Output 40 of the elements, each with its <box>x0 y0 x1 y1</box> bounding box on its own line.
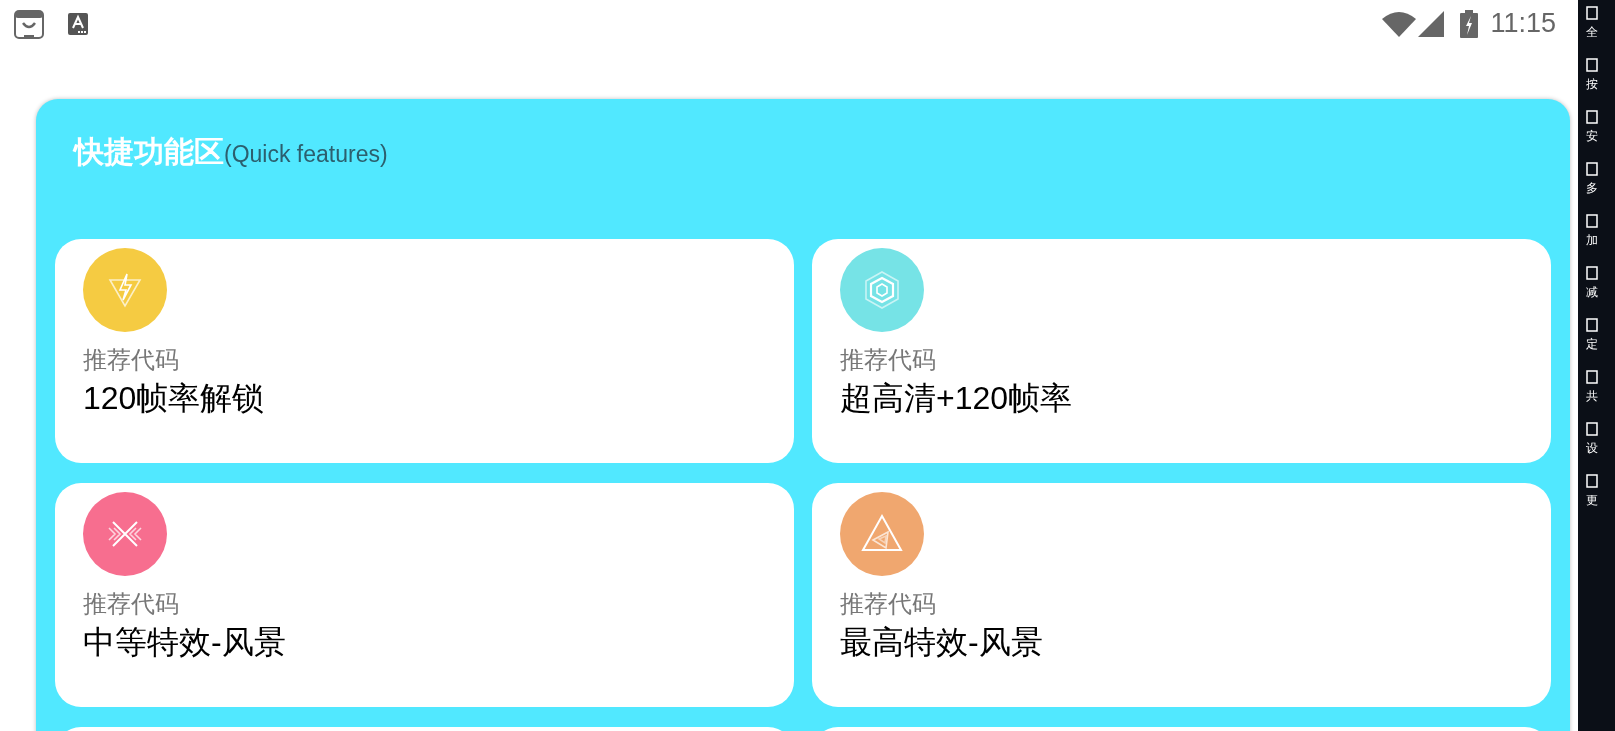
tool-icon <box>1586 370 1598 384</box>
panel-title: 快捷功能区 <box>74 134 224 170</box>
toolbar-item[interactable]: 安 <box>1586 110 1615 162</box>
toolbar-item[interactable]: 定 <box>1586 318 1615 370</box>
keyboard-app-icon <box>68 12 88 35</box>
toolbar-item[interactable]: 设 <box>1586 422 1615 474</box>
toolbar-item[interactable]: 多 <box>1586 162 1615 214</box>
feature-card[interactable]: 推荐代码 超高清+120帧率 <box>812 239 1551 463</box>
tool-icon <box>1586 214 1598 228</box>
card-caption: 推荐代码 <box>83 345 179 375</box>
toolbar-item[interactable]: 减 <box>1586 266 1615 318</box>
toolbar-item[interactable]: 加 <box>1586 214 1615 266</box>
card-caption: 推荐代码 <box>840 345 936 375</box>
feature-card[interactable]: 推荐代码 最高特效-风景 <box>812 483 1551 707</box>
feature-card[interactable]: 推荐代码 120帧率解锁 <box>55 239 794 463</box>
battery-charging-icon <box>1460 9 1479 38</box>
toolbar-item[interactable]: 更 <box>1586 474 1615 526</box>
card-title: 最高特效-风景 <box>840 623 1043 662</box>
card-title: 中等特效-风景 <box>83 623 286 662</box>
toolbar-item[interactable]: 共 <box>1586 370 1615 422</box>
shopping-bag-icon <box>14 8 44 39</box>
tool-icon <box>1586 162 1598 176</box>
card-caption: 推荐代码 <box>840 589 936 619</box>
tool-icon <box>1586 6 1598 20</box>
tool-icon <box>1586 110 1598 124</box>
tool-icon <box>1586 422 1598 436</box>
panel-subtitle: (Quick features) <box>224 141 388 169</box>
tool-icon <box>1586 266 1598 280</box>
card-caption: 推荐代码 <box>83 589 179 619</box>
tool-icon <box>1586 474 1598 488</box>
tool-icon <box>1586 318 1598 332</box>
toolbar-item[interactable]: 全 <box>1586 6 1615 58</box>
card-title: 超高清+120帧率 <box>840 379 1073 418</box>
card-title: 120帧率解锁 <box>83 379 265 418</box>
feature-card[interactable]: 推荐代码 中等特效-风景 <box>55 483 794 707</box>
signal-icon <box>1418 10 1445 37</box>
clock-time: 11:15 <box>1490 7 1556 41</box>
wifi-icon <box>1382 10 1417 37</box>
toolbar-item[interactable]: 按 <box>1586 58 1615 110</box>
tool-icon <box>1586 58 1598 72</box>
